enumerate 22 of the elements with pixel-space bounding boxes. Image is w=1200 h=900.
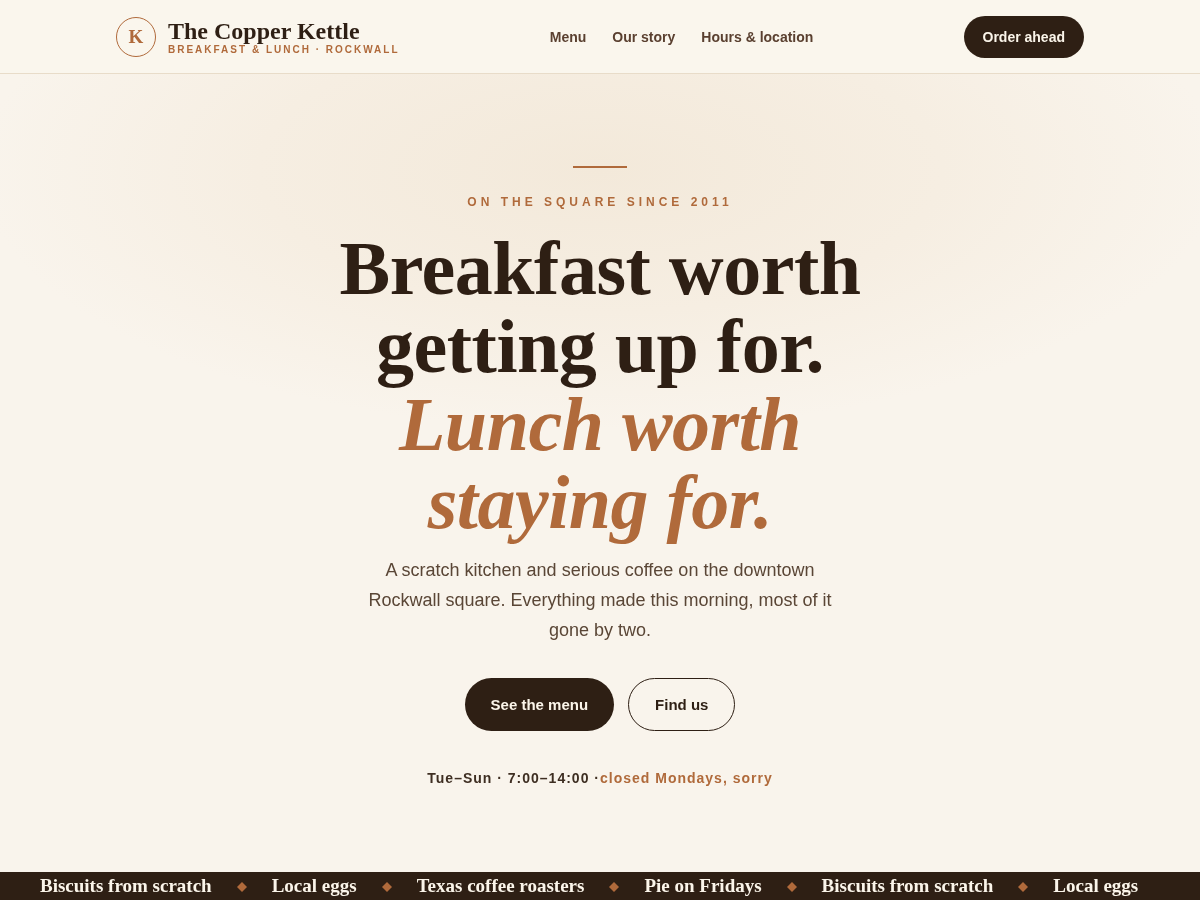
diamond-icon [786,882,797,892]
ticker-item: Local eggs [271,875,357,897]
intro-paragraph: A scratch kitchen and serious coffee on the downtown Rockwall square. Everything made this morning, most of it gone by two. [367,559,833,642]
ticker-item: Biscuits from scratch [40,875,212,897]
closed-note: closed Mondays, sorry [600,770,773,786]
order-ahead-button[interactable]: Order ahead [963,15,1084,58]
nav-link[interactable]: Our story [612,28,676,45]
diamond-icon [1018,882,1029,892]
ticker-item: Biscuits from scratch [821,875,994,897]
site-tagline: BREAKFAST & LUNCH · ROCKWALL [168,43,400,56]
diamond-icon [381,882,392,892]
ticker-item: Texas coffee roasters [416,875,585,897]
eyebrow-text: ON THE SQUARE SINCE 2011 [467,195,733,209]
ticker-item: Local eggs [1053,875,1139,897]
diamond-icon [609,882,620,892]
nav-link[interactable]: Hours & location [701,28,814,45]
menu-button[interactable]: See the menu [464,678,615,731]
diamond-icon [236,882,247,892]
site-name[interactable]: The Copper Kettle [168,17,400,44]
opening-hours: Tue–Sun · 7:00–14:00 · [427,770,600,786]
ticker-item: Pie on Fridays [644,875,762,897]
nav-link[interactable]: Menu [549,28,587,45]
